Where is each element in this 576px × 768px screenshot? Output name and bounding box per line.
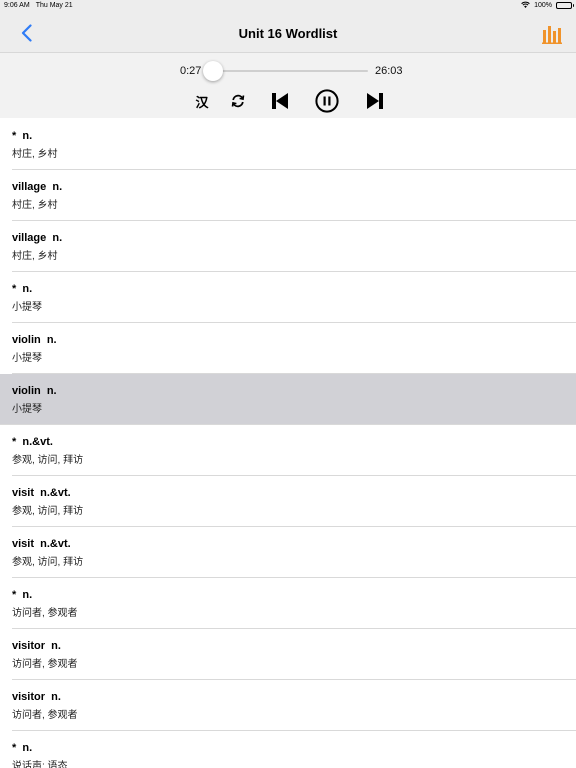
word-meaning: 访问者, 参观者 (12, 659, 78, 670)
word-meaning: 村庄, 乡村 (12, 251, 58, 262)
word-meaning: 参观, 访问, 拜访 (12, 506, 84, 517)
word-row[interactable]: * n. 说话声; 语态 (0, 731, 576, 768)
previous-track-icon (272, 93, 288, 109)
word-text: violin n. (12, 334, 57, 346)
wifi-icon (521, 1, 530, 8)
word-text: * n. (12, 130, 33, 142)
word-text: * n. (12, 283, 33, 295)
battery-percent: 100% (534, 1, 552, 9)
navigation-bar: Unit 16 Wordlist (0, 12, 576, 53)
word-row[interactable]: * n. 村庄, 乡村 (0, 119, 576, 170)
current-time: 0:27 (180, 65, 202, 77)
word-meaning: 参观, 访问, 拜访 (12, 455, 84, 466)
status-time: 9:06 AM (4, 2, 30, 9)
status-bar: 9:06 AM Thu May 21 100% (0, 0, 576, 12)
pause-icon (315, 89, 339, 113)
word-text: village n. (12, 232, 63, 244)
page-title: Unit 16 Wordlist (238, 26, 338, 41)
word-text: visitor n. (12, 640, 61, 652)
status-right: 100% (521, 1, 574, 9)
language-toggle-button[interactable]: 汉 (193, 91, 211, 111)
word-text: visit n.&vt. (12, 538, 71, 550)
status-left: 9:06 AM Thu May 21 (4, 2, 73, 9)
word-meaning: 小提琴 (12, 302, 42, 313)
pause-button[interactable] (315, 89, 339, 113)
audio-player: 0:27 26:03 汉 (0, 53, 576, 118)
word-row[interactable]: * n. 访问者, 参观者 (0, 578, 576, 629)
word-text: * n. (12, 589, 33, 601)
word-meaning: 访问者, 参观者 (12, 710, 78, 721)
progress-thumb[interactable] (202, 61, 223, 81)
bar-chart-icon (542, 26, 562, 44)
statistics-button[interactable] (542, 23, 562, 45)
word-row[interactable]: visitor n. 访问者, 参观者 (0, 680, 576, 731)
word-meaning: 参观, 访问, 拜访 (12, 557, 84, 568)
battery-icon (556, 1, 574, 9)
word-text: village n. (12, 181, 63, 193)
next-track-button[interactable] (366, 91, 384, 111)
word-row[interactable]: visitor n. 访问者, 参观者 (0, 629, 576, 680)
word-row[interactable]: visit n.&vt. 参观, 访问, 拜访 (0, 476, 576, 527)
word-text: * n.&vt. (12, 436, 53, 448)
repeat-icon (231, 94, 245, 108)
progress-slider[interactable] (202, 61, 368, 81)
word-row[interactable]: village n. 村庄, 乡村 (0, 170, 576, 221)
word-meaning: 村庄, 乡村 (12, 200, 58, 211)
word-meaning: 小提琴 (12, 404, 42, 415)
word-meaning: 小提琴 (12, 353, 42, 364)
word-text: visit n.&vt. (12, 487, 71, 499)
word-row[interactable]: village n. 村庄, 乡村 (0, 221, 576, 272)
word-text: * n. (12, 742, 33, 754)
next-track-icon (367, 93, 383, 109)
word-row[interactable]: visit n.&vt. 参观, 访问, 拜访 (0, 527, 576, 578)
total-time: 26:03 (375, 65, 403, 77)
word-text: violin n. (12, 385, 57, 397)
word-list: * n. 村庄, 乡村 village n. 村庄, 乡村 village n. 村庄, … (0, 119, 576, 768)
word-row[interactable]: violin n. 小提琴 (0, 323, 576, 374)
repeat-button[interactable] (230, 91, 246, 111)
status-date: Thu May 21 (35, 2, 73, 9)
word-meaning: 访问者, 参观者 (12, 608, 78, 619)
word-row[interactable]: violin n. 小提琴 (0, 374, 576, 425)
word-meaning: 说话声; 语态 (12, 761, 68, 768)
previous-track-button[interactable] (271, 91, 289, 111)
word-row[interactable]: * n.&vt. 参观, 访问, 拜访 (0, 425, 576, 476)
word-row[interactable]: * n. 小提琴 (0, 272, 576, 323)
word-meaning: 村庄, 乡村 (12, 149, 58, 160)
word-text: visitor n. (12, 691, 61, 703)
